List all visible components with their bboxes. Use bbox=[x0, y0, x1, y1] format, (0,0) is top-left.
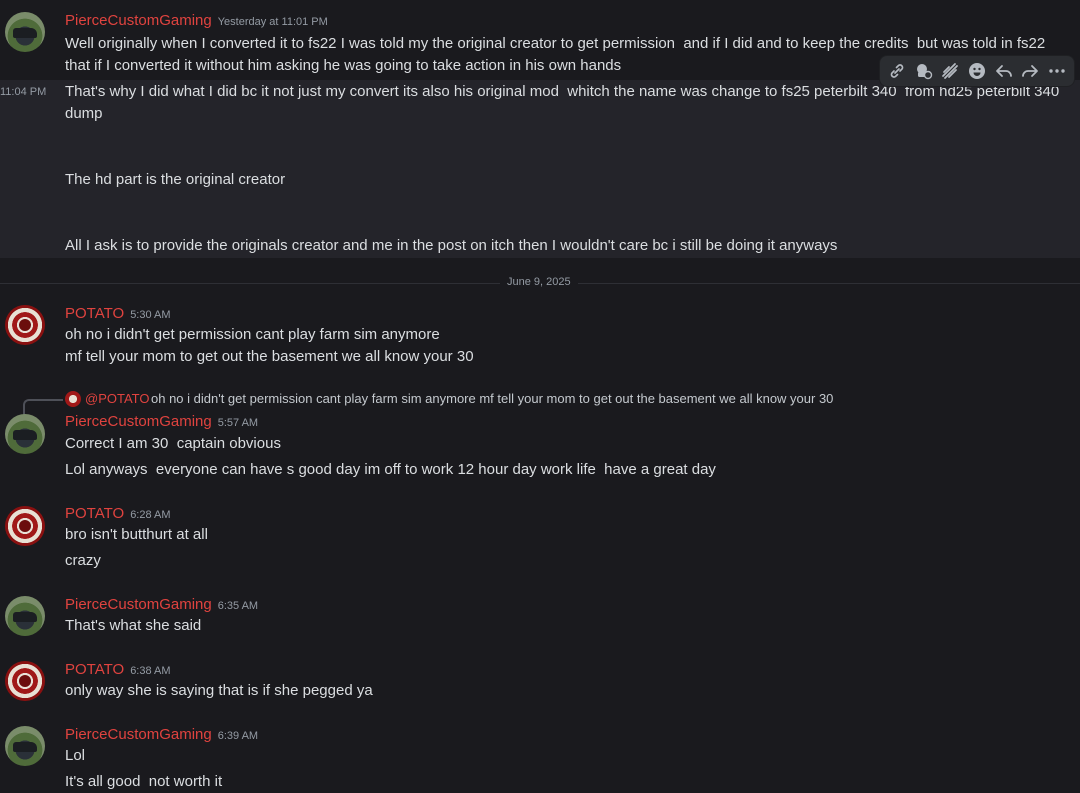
reply-text: oh no i didn't get permission cant play … bbox=[151, 391, 834, 406]
avatar[interactable] bbox=[5, 726, 45, 766]
timestamp: 5:30 AM bbox=[130, 309, 171, 321]
reply-mention[interactable]: @POTATO bbox=[85, 391, 149, 406]
username[interactable]: PierceCustomGaming bbox=[65, 413, 212, 430]
reply-icon[interactable] bbox=[992, 59, 1016, 83]
side-timestamp: 11:04 PM bbox=[0, 86, 47, 98]
timestamp: 6:39 AM bbox=[217, 730, 259, 742]
avatar[interactable] bbox=[5, 12, 45, 52]
forward-icon[interactable] bbox=[1018, 59, 1042, 83]
message-group: @POTATO oh no i didn't get permission ca… bbox=[0, 390, 1080, 490]
avatar[interactable] bbox=[5, 414, 45, 454]
message-group: PierceCustomGaming 6:35 AM That's what sh… bbox=[0, 595, 1080, 645]
message-text: All I ask is to provide the originals cr… bbox=[65, 237, 838, 254]
message-header: POTATO 6:28 AM bbox=[65, 505, 171, 525]
link-icon[interactable] bbox=[885, 59, 909, 83]
avatar[interactable] bbox=[5, 506, 45, 546]
date-divider-label: June 9, 2025 bbox=[500, 276, 578, 288]
timestamp: 6:35 AM bbox=[217, 600, 259, 612]
avatar[interactable] bbox=[5, 305, 45, 345]
timestamp: 6:28 AM bbox=[130, 509, 171, 521]
timestamp: 5:57 AM bbox=[217, 417, 259, 429]
timestamp: 6:38 AM bbox=[130, 665, 171, 677]
message-text: crazy bbox=[65, 552, 101, 569]
message-text: oh no i didn't get permission cant play … bbox=[65, 326, 440, 343]
message-text: only way she is saying that is if she pe… bbox=[65, 682, 373, 699]
message-header: PierceCustomGaming Yesterday at 11:01 PM bbox=[65, 12, 328, 32]
timestamp: Yesterday at 11:01 PM bbox=[217, 16, 328, 28]
username[interactable]: POTATO bbox=[65, 661, 124, 678]
avatar[interactable] bbox=[5, 661, 45, 701]
message-header: POTATO 5:30 AM bbox=[65, 305, 171, 325]
message-group: PierceCustomGaming 6:39 AM Lol It's all g… bbox=[0, 725, 1080, 792]
message-header: PierceCustomGaming 6:35 AM bbox=[65, 596, 258, 616]
message-text: bro isn't butthurt at all bbox=[65, 526, 208, 543]
message-group: POTATO 6:38 AM only way she is saying tha… bbox=[0, 660, 1080, 710]
super-reaction-icon[interactable] bbox=[938, 59, 962, 83]
username[interactable]: POTATO bbox=[65, 505, 124, 522]
reply-avatar bbox=[65, 391, 81, 407]
more-icon[interactable] bbox=[1045, 59, 1069, 83]
hovered-message[interactable]: 11:04 PM That's why I did what I did bc … bbox=[0, 80, 1080, 258]
message-action-toolbar bbox=[879, 55, 1075, 87]
username[interactable]: PierceCustomGaming bbox=[65, 596, 212, 613]
message-group: POTATO 5:30 AM oh no i didn't get permiss… bbox=[0, 304, 1080, 374]
message-text: The hd part is the original creator bbox=[65, 171, 286, 188]
message-group: POTATO 6:28 AM bro isn't butthurt at all … bbox=[0, 504, 1080, 574]
message-text: It's all good not worth it bbox=[65, 773, 223, 790]
message-text: That's why I did what I did bc it not ju… bbox=[65, 83, 1064, 122]
message-text: mf tell your mom to get out the basement… bbox=[65, 348, 474, 365]
emoji-icon[interactable] bbox=[965, 59, 989, 83]
message-text: That's what she said bbox=[65, 617, 202, 634]
reply-spine bbox=[23, 399, 63, 415]
message-header: PierceCustomGaming 5:57 AM bbox=[65, 413, 258, 433]
message-text: Lol anyways everyone can have s good day… bbox=[65, 461, 716, 478]
message-text: Lol bbox=[65, 747, 86, 764]
username[interactable]: POTATO bbox=[65, 305, 124, 322]
thread-icon[interactable] bbox=[912, 59, 936, 83]
username[interactable]: PierceCustomGaming bbox=[65, 726, 212, 743]
avatar[interactable] bbox=[5, 596, 45, 636]
message-text: Correct I am 30 captain obvious bbox=[65, 435, 281, 452]
username[interactable]: PierceCustomGaming bbox=[65, 12, 212, 29]
message-header: POTATO 6:38 AM bbox=[65, 661, 171, 681]
message-header: PierceCustomGaming 6:39 AM bbox=[65, 726, 258, 746]
